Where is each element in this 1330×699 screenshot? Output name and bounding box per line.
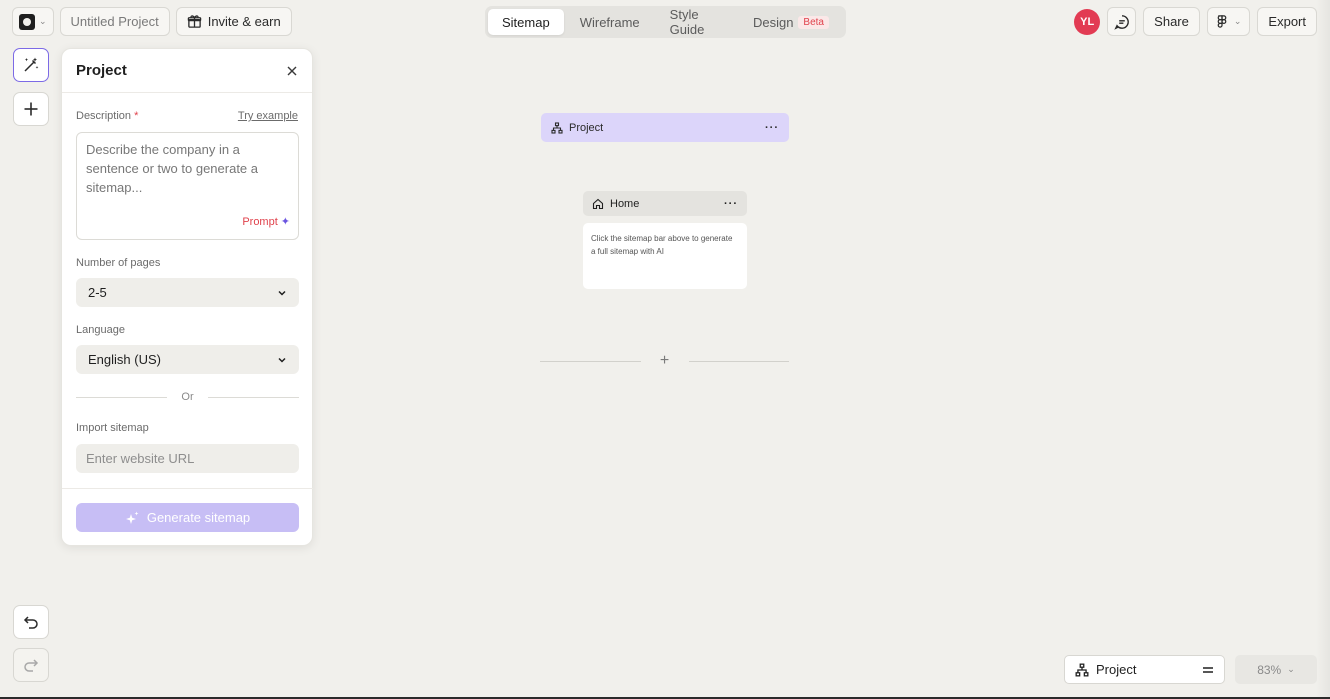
undo-button[interactable] (13, 605, 49, 639)
magic-wand-icon (24, 57, 39, 72)
figma-export-button[interactable]: ⌄ (1206, 7, 1251, 36)
ai-wand-tool[interactable] (13, 48, 49, 82)
redo-icon (24, 659, 39, 672)
add-section-row: + (540, 352, 789, 370)
sitemap-switcher-title: Project (1075, 662, 1136, 677)
zoom-control[interactable]: 83% ⌄ (1235, 655, 1317, 684)
panel-title: Project (76, 62, 127, 79)
project-node-label: Project (569, 121, 604, 134)
sparkle-icon: ✦ (280, 216, 290, 228)
website-url-input[interactable] (76, 444, 299, 473)
topbar-left: ⌄ Untitled Project Invite & earn (12, 7, 292, 36)
home-node-hint: Click the sitemap bar above to generate … (591, 234, 733, 256)
language-value: English (US) (88, 352, 161, 367)
menu-lines-icon (1203, 666, 1213, 673)
home-node-label: Home (610, 197, 640, 210)
home-node-body[interactable]: Click the sitemap bar above to generate … (583, 223, 747, 289)
pages-select[interactable]: 2-5 (76, 278, 299, 307)
import-label: Import sitemap (76, 422, 149, 434)
zoom-value: 83% (1257, 662, 1282, 677)
sitemap-switcher[interactable]: Project (1064, 655, 1225, 684)
tab-design-label: Design (752, 14, 794, 30)
divider-line (688, 360, 789, 362)
tab-design[interactable]: Design Beta (739, 9, 843, 35)
divider-line (207, 396, 300, 398)
panel-header: Project (62, 49, 312, 93)
pages-label: Number of pages (76, 257, 161, 269)
add-section-icon[interactable]: + (655, 352, 675, 370)
view-tabs: Sitemap Wireframe Style Guide Design Bet… (485, 6, 846, 38)
description-placeholder: Describe the company in a sentence or tw… (86, 142, 259, 195)
tab-sitemap[interactable]: Sitemap (488, 9, 564, 35)
panel-divider (62, 488, 313, 489)
avatar[interactable]: YL (1074, 8, 1101, 35)
sitemap-icon (1075, 663, 1089, 676)
description-label: Description * (76, 110, 138, 122)
redo-button[interactable] (13, 648, 49, 682)
chevron-down-icon (278, 290, 286, 296)
topbar-right: YL Share ⌄ Export (1074, 7, 1317, 36)
more-options-icon[interactable]: ··· (724, 198, 738, 210)
home-node-title: Home (592, 198, 639, 210)
figma-icon (1217, 15, 1227, 28)
close-icon[interactable] (286, 65, 298, 77)
comment-icon (1113, 14, 1129, 30)
language-label: Language (76, 324, 125, 336)
description-input[interactable]: Describe the company in a sentence or tw… (76, 132, 299, 240)
language-select[interactable]: English (US) (76, 345, 299, 374)
sparkles-icon (125, 511, 139, 524)
project-name-button[interactable]: Untitled Project (59, 7, 170, 36)
divider-line (76, 396, 168, 398)
project-panel: Project Description * Try example Descri… (61, 48, 313, 546)
gift-icon (187, 15, 201, 28)
or-label: Or (181, 391, 194, 403)
app-menu-button[interactable]: ⌄ (12, 7, 54, 36)
required-mark: * (134, 110, 139, 122)
home-icon (592, 198, 604, 209)
sitemap-icon (551, 121, 563, 134)
project-bar-title: Project (551, 122, 603, 134)
chevron-down-icon: ⌄ (1287, 664, 1295, 674)
chevron-down-icon: ⌄ (1233, 16, 1242, 26)
or-divider: Or (76, 391, 300, 403)
export-button[interactable]: Export (1257, 7, 1317, 36)
beta-badge: Beta (798, 15, 829, 29)
invite-earn-button[interactable]: Invite & earn (175, 7, 292, 36)
app-logo-icon (19, 13, 35, 30)
invite-label: Invite & earn (207, 14, 281, 29)
chevron-down-icon: ⌄ (39, 16, 47, 26)
divider-line (540, 360, 641, 362)
share-button[interactable]: Share (1143, 7, 1200, 36)
project-sitemap-bar[interactable]: Project ··· (541, 113, 789, 142)
description-label-text: Description (76, 110, 132, 122)
add-tool[interactable] (13, 92, 49, 126)
home-page-node[interactable]: Home ··· (583, 191, 747, 216)
tab-style-guide[interactable]: Style Guide (656, 7, 737, 37)
undo-icon (23, 616, 38, 629)
prompt-button[interactable]: Prompt ✦ (242, 213, 290, 232)
canvas-edge-shadow (1316, 0, 1330, 699)
generate-label: Generate sitemap (146, 510, 251, 525)
tab-wireframe[interactable]: Wireframe (566, 9, 654, 35)
chevron-down-icon (278, 357, 286, 363)
sitemap-switcher-value: Project (1096, 662, 1137, 677)
try-example-link[interactable]: Try example (238, 110, 298, 122)
more-options-icon[interactable]: ··· (765, 122, 779, 134)
prompt-label: Prompt (242, 216, 278, 228)
pages-value: 2-5 (88, 285, 107, 300)
plus-icon (24, 102, 38, 116)
comments-button[interactable] (1107, 7, 1137, 36)
generate-sitemap-button[interactable]: Generate sitemap (76, 503, 299, 532)
